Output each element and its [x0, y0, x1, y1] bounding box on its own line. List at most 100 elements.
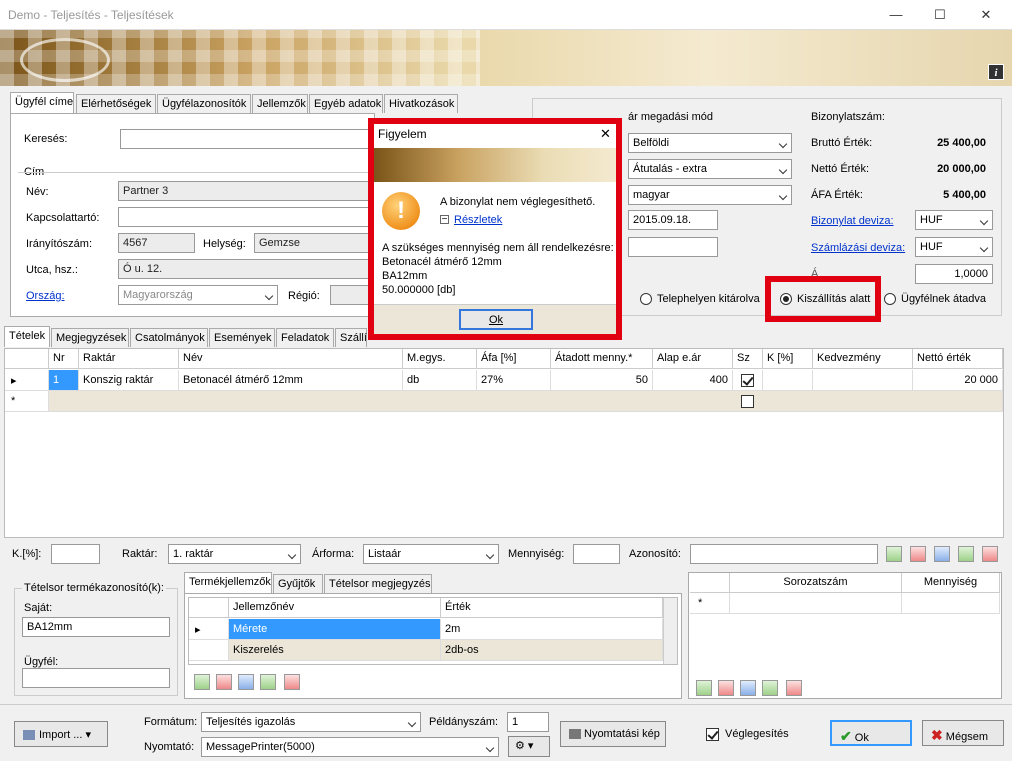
status-radio-stored[interactable]: [640, 293, 652, 305]
prop-move-icon[interactable]: [238, 674, 254, 690]
tab-row-note[interactable]: Tételsor megjegyzés: [324, 574, 432, 593]
prop-value-cell[interactable]: 2m: [441, 619, 663, 640]
move-row-icon[interactable]: [934, 546, 950, 562]
col-name[interactable]: Név: [179, 349, 403, 369]
tab-collectors[interactable]: Gyűjtők: [273, 574, 323, 593]
printer-select[interactable]: MessagePrinter(5000): [201, 737, 499, 757]
row-marker[interactable]: ▸: [5, 370, 49, 391]
dialog-close-icon[interactable]: ✕: [600, 126, 611, 142]
tab-items[interactable]: Tételek: [4, 326, 50, 347]
language-select[interactable]: magyar: [628, 185, 792, 205]
priceform-select[interactable]: Listaár: [363, 544, 499, 564]
tab-attachments[interactable]: Csatolmányok: [130, 328, 208, 347]
extra-field[interactable]: [628, 237, 718, 257]
prop-name-cell[interactable]: Kiszerelés: [229, 640, 441, 661]
collapse-icon[interactable]: −: [440, 215, 449, 225]
add-row-icon[interactable]: [886, 546, 902, 562]
new-row-checkbox[interactable]: [741, 395, 754, 408]
invoice-currency-select[interactable]: HUF: [915, 237, 993, 257]
cell-net[interactable]: 20 000: [913, 370, 1003, 391]
print-preview-button[interactable]: Nyomtatási kép: [560, 721, 666, 747]
warehouse-select[interactable]: 1. raktár: [168, 544, 301, 564]
prop-delete-icon[interactable]: [284, 674, 300, 690]
col-price[interactable]: Alap e.ár: [653, 349, 733, 369]
finalize-checkbox[interactable]: [706, 728, 719, 741]
cell-unit[interactable]: db: [403, 370, 477, 391]
cell-nr[interactable]: 1: [49, 370, 79, 391]
minimize-button[interactable]: —: [876, 4, 916, 26]
name-field[interactable]: Partner 3: [118, 181, 372, 201]
col-discount-pct[interactable]: K [%]: [763, 349, 813, 369]
copy-row-icon[interactable]: [958, 546, 974, 562]
format-select[interactable]: Teljesítés igazolás: [201, 712, 421, 732]
tab-tasks[interactable]: Feladatok: [276, 328, 334, 347]
col-qty[interactable]: Átadott menny.*: [551, 349, 653, 369]
close-button[interactable]: ✕: [966, 4, 1006, 26]
col-net[interactable]: Nettó érték: [913, 349, 1003, 369]
own-id-field[interactable]: BA12mm: [22, 617, 170, 637]
col-unit[interactable]: M.egys.: [403, 349, 477, 369]
cell-discount[interactable]: [813, 370, 913, 391]
cancel-button[interactable]: ✖ Mégsem: [922, 720, 1004, 746]
serial-delete-icon[interactable]: [786, 680, 802, 696]
currency-link[interactable]: Bizonylat deviza:: [811, 215, 894, 227]
cell-price[interactable]: 400: [653, 370, 733, 391]
street-field[interactable]: Ó u. 12.: [118, 259, 372, 279]
cell-vat[interactable]: 27%: [477, 370, 551, 391]
delete-row-icon[interactable]: [982, 546, 998, 562]
remove-row-icon[interactable]: [910, 546, 926, 562]
tab-other-data[interactable]: Egyéb adatok: [309, 94, 383, 113]
props-scrollbar[interactable]: [663, 598, 677, 664]
serial-new-cell[interactable]: [730, 593, 902, 614]
sz-checkbox[interactable]: [741, 374, 754, 387]
prop-value-cell[interactable]: 2db-os: [441, 640, 663, 661]
rate-field[interactable]: 1,0000: [915, 264, 993, 284]
tab-customer-ids[interactable]: Ügyfélazonosítók: [157, 94, 251, 113]
tab-properties[interactable]: Jellemzők: [252, 94, 308, 113]
printer-settings-button[interactable]: ⚙ ▾: [508, 736, 550, 757]
status-radio-delivered[interactable]: [884, 293, 896, 305]
payment-method-select[interactable]: Átutalás - extra: [628, 159, 792, 179]
region-field[interactable]: [330, 285, 372, 305]
col-vat[interactable]: Áfa [%]: [477, 349, 551, 369]
col-prop-name[interactable]: Jellemzőnév: [229, 598, 441, 618]
serial-move-icon[interactable]: [740, 680, 756, 696]
customer-id-field[interactable]: [22, 668, 170, 688]
tab-contacts[interactable]: Elérhetőségek: [76, 94, 156, 113]
serial-new-row-marker[interactable]: *: [690, 593, 730, 614]
col-prop-value[interactable]: Érték: [441, 598, 663, 618]
search-input[interactable]: [120, 129, 370, 149]
city-field[interactable]: Gemzse: [254, 233, 372, 253]
date-field[interactable]: 2015.09.18.: [628, 210, 718, 230]
cell-discount-pct[interactable]: [763, 370, 813, 391]
country-select[interactable]: Magyarország: [118, 285, 278, 305]
tab-references[interactable]: Hivatkozások: [384, 94, 458, 113]
copies-field[interactable]: 1: [507, 712, 549, 732]
maximize-button[interactable]: ☐: [920, 4, 960, 26]
tab-notes[interactable]: Megjegyzések: [51, 328, 129, 347]
serial-remove-icon[interactable]: [718, 680, 734, 696]
serial-add-icon[interactable]: [696, 680, 712, 696]
contact-field[interactable]: [118, 207, 372, 227]
col-nr[interactable]: Nr: [49, 349, 79, 369]
ok-button[interactable]: ✔ Ok: [830, 720, 912, 746]
col-sz[interactable]: Sz: [733, 349, 763, 369]
zip-field[interactable]: 4567: [118, 233, 195, 253]
cell-qty[interactable]: 50: [551, 370, 653, 391]
col-serial-qty[interactable]: Mennyiség: [902, 573, 1000, 593]
new-row[interactable]: [49, 391, 1003, 412]
id-field[interactable]: [690, 544, 878, 564]
tab-shipping[interactable]: Szállí: [335, 328, 367, 347]
invoice-currency-link[interactable]: Számlázási deviza:: [811, 242, 905, 254]
market-select[interactable]: Belföldi: [628, 133, 792, 153]
new-row-marker[interactable]: *: [5, 391, 49, 412]
dialog-ok-button[interactable]: Ok: [459, 309, 533, 330]
col-discount[interactable]: Kedvezmény: [813, 349, 913, 369]
serial-copy-icon[interactable]: [762, 680, 778, 696]
currency-select[interactable]: HUF: [915, 210, 993, 230]
col-warehouse[interactable]: Raktár: [79, 349, 179, 369]
cell-warehouse[interactable]: Konszig raktár: [79, 370, 179, 391]
k-field[interactable]: [51, 544, 100, 564]
details-link[interactable]: Részletek: [454, 214, 502, 226]
info-icon[interactable]: i: [988, 64, 1004, 80]
